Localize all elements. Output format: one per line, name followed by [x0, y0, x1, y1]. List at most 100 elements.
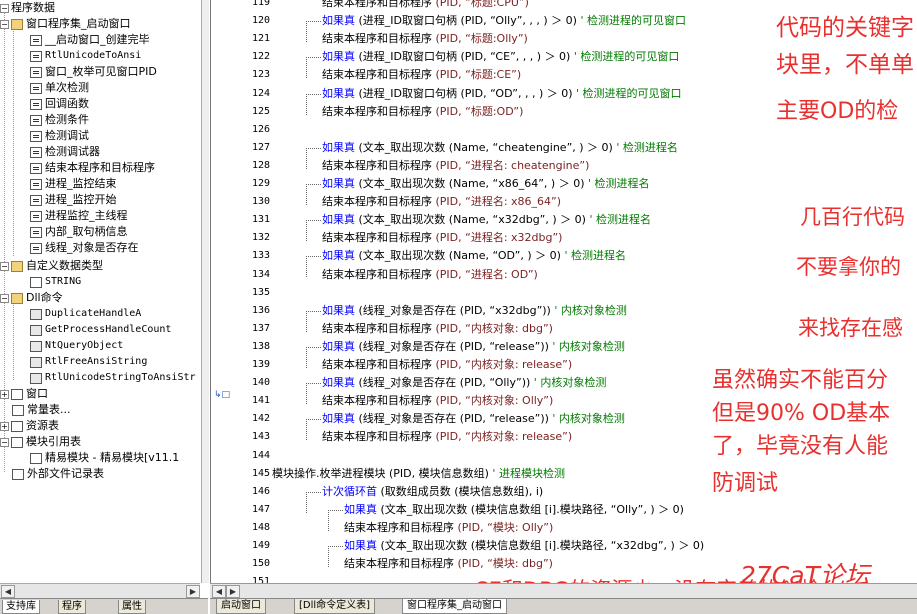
collapse-icon[interactable]: −: [0, 19, 9, 29]
collapse-icon[interactable]: −: [0, 261, 9, 271]
tree-sub[interactable]: 内部_取句柄信息: [30, 224, 128, 240]
code-line[interactable]: 计次循环首 (取数组成员数 (模块信息数组), i): [322, 485, 543, 499]
code-line[interactable]: 如果真 (文本_取出现次数 (模块信息数组 [i].模块路径, “Olly”, …: [344, 503, 684, 517]
code-line[interactable]: 如果真 (文本_取出现次数 (Name, “x86_64”, ) ＞ 0) ' …: [322, 177, 650, 191]
code-line[interactable]: 结束本程序和目标程序 (PID, “标题:OD”): [322, 105, 523, 119]
code-line[interactable]: 结束本程序和目标程序 (PID, “进程名: OD”): [322, 268, 538, 282]
code-line[interactable]: 结束本程序和目标程序 (PID, “标题:CE”): [322, 68, 521, 82]
scroll-left-icon[interactable]: ◀: [212, 585, 226, 598]
tree-sub[interactable]: 结束本程序和目标程序: [30, 160, 155, 176]
tree-dll-item[interactable]: GetProcessHandleCount: [30, 322, 171, 338]
code-line[interactable]: 结束本程序和目标程序 (PID, “标题:CPU”): [322, 0, 529, 10]
code-line[interactable]: 如果真 (进程_ID取窗口句柄 (PID, “Olly”, , , ) ＞ 0)…: [322, 14, 686, 28]
tree-dll-item[interactable]: NtQueryObject: [30, 338, 123, 354]
code-keyword: 如果真: [322, 249, 355, 263]
code-line[interactable]: 结束本程序和目标程序 (PID, “模块: dbg”): [344, 557, 553, 571]
collapse-icon[interactable]: −: [0, 437, 9, 447]
flow-guide: [306, 346, 321, 368]
tree-assembly[interactable]: − 窗口程序集_启动窗口: [0, 16, 131, 32]
code-editor[interactable]: 结束本程序和目标程序 (PID, “标题:CPU”) 如果真 (进程_ID取窗口句…: [272, 0, 917, 583]
code-text: (文本_取出现次数 (模块信息数组 [i].模块路径, “Olly”, ) ＞ …: [377, 502, 684, 516]
code-text: (线程_对象是否存在 (PID, “x32dbg”)): [355, 303, 555, 317]
code-text: (进程_ID取窗口句柄 (PID, “CE”, , , ) ＞ 0): [355, 50, 574, 64]
tree-module-item[interactable]: 精易模块 - 精易模块[v11.1: [30, 450, 179, 466]
line-number: 126: [251, 123, 270, 135]
code-line[interactable]: 结束本程序和目标程序 (PID, “内核对象: Olly”): [322, 394, 553, 408]
expand-icon[interactable]: +: [0, 421, 9, 431]
tree-sub[interactable]: __启动窗口_创建完毕: [30, 32, 150, 48]
code-line[interactable]: 如果真 (线程_对象是否存在 (PID, “x32dbg”)) ' 内核对象检测: [322, 304, 627, 318]
scroll-right-icon[interactable]: ▶: [226, 585, 240, 598]
code-line[interactable]: 结束本程序和目标程序 (PID, “模块: Olly”): [344, 521, 553, 535]
tab-assembly[interactable]: 窗口程序集_启动窗口: [402, 599, 507, 614]
code-line[interactable]: 如果真 (线程_对象是否存在 (PID, “release”)) ' 内核对象检…: [322, 340, 625, 354]
tree-custom-types[interactable]: − 自定义数据类型: [0, 258, 103, 274]
collapse-icon[interactable]: −: [0, 293, 9, 303]
code-line[interactable]: 如果真 (进程_ID取窗口句柄 (PID, “OD”, , , ) ＞ 0) '…: [322, 87, 682, 101]
tree-window[interactable]: + 窗口: [0, 386, 48, 402]
tree-sub[interactable]: 回调函数: [30, 96, 89, 112]
tree-sub[interactable]: 检测条件: [30, 112, 89, 128]
code-line[interactable]: 结束本程序和目标程序 (PID, “标题:Olly”): [322, 32, 528, 46]
tab-dll-table[interactable]: [Dll命令定义表]: [294, 599, 376, 614]
tree-sub[interactable]: 检测调试器: [30, 144, 100, 160]
tree-sub[interactable]: 进程监控_主线程: [30, 208, 128, 224]
tree-dll-item[interactable]: RtlFreeAnsiString: [30, 354, 147, 370]
line-number: 125: [251, 105, 270, 117]
code-line[interactable]: 结束本程序和目标程序 (PID, “内核对象: release”): [322, 430, 572, 444]
tree-horizontal-scrollbar[interactable]: ◀ ▶: [0, 583, 200, 598]
tree-modules[interactable]: − 模块引用表: [0, 434, 81, 450]
code-line[interactable]: 如果真 (进程_ID取窗口句柄 (PID, “CE”, , , ) ＞ 0) '…: [322, 50, 679, 64]
code-line[interactable]: 如果真 (文本_取出现次数 (Name, “OD”, ) ＞ 0) ' 检测进程…: [322, 249, 626, 263]
scroll-right-icon[interactable]: ▶: [186, 585, 200, 598]
tree-type-item[interactable]: STRING: [30, 274, 81, 290]
code-line[interactable]: 如果真 (文本_取出现次数 (Name, “cheatengine”, ) ＞ …: [322, 141, 678, 155]
tree-resources[interactable]: + 资源表: [0, 418, 59, 434]
dll-command-icon: [30, 340, 42, 352]
tab-support-lib[interactable]: 支持库: [2, 600, 40, 614]
tree-sub[interactable]: 线程_对象是否存在: [30, 240, 139, 256]
code-line[interactable]: 结束本程序和目标程序 (PID, “进程名: x32dbg”): [322, 231, 562, 245]
tree-vertical-scrollbar[interactable]: [201, 0, 209, 583]
tree-dll[interactable]: − Dll命令: [0, 290, 63, 306]
tree-sub[interactable]: 进程_监控结束: [30, 176, 117, 192]
code-text: (PID, “标题:CPU”): [432, 0, 529, 9]
code-keyword: 如果真: [322, 303, 355, 317]
tree-dll-item[interactable]: RtlUnicodeStringToAnsiStr: [30, 370, 196, 386]
code-line[interactable]: 模块操作.枚举进程模块 (PID, 模块信息数组) ' 进程模块检测: [272, 467, 565, 481]
flow-guide: [328, 509, 343, 531]
code-line[interactable]: 如果真 (文本_取出现次数 (模块信息数组 [i].模块路径, “x32dbg”…: [344, 539, 704, 553]
code-line[interactable]: 结束本程序和目标程序 (PID, “内核对象: release”): [322, 358, 572, 372]
code-keyword: 如果真: [322, 412, 355, 426]
flow-guide: [306, 57, 321, 79]
tree-root[interactable]: − 程序数据: [0, 0, 55, 16]
code-line[interactable]: 结束本程序和目标程序 (PID, “进程名: cheatengine”): [322, 159, 589, 173]
tree-sub[interactable]: RtlUnicodeToAnsi: [30, 48, 141, 64]
tree-dll-item[interactable]: DuplicateHandleA: [30, 306, 141, 322]
code-line[interactable]: 结束本程序和目标程序 (PID, “进程名: x86_64”): [322, 195, 561, 209]
tree-external-files[interactable]: 外部文件记录表: [12, 466, 104, 482]
expand-icon[interactable]: +: [0, 389, 9, 399]
overlay-text: 主要OD的检: [776, 99, 899, 124]
scroll-left-icon[interactable]: ◀: [1, 585, 15, 598]
code-text: 模块操作.枚举进程模块 (PID, 模块信息数组): [272, 466, 493, 480]
code-line[interactable]: 如果真 (线程_对象是否存在 (PID, “release”)) ' 内核对象检…: [322, 412, 625, 426]
code-text: (PID, “内核对象: dbg”): [432, 321, 553, 335]
line-number: 144: [251, 449, 270, 461]
code-line[interactable]: 如果真 (文本_取出现次数 (Name, “x32dbg”, ) ＞ 0) ' …: [322, 213, 651, 227]
code-text: (线程_对象是否存在 (PID, “release”)): [355, 412, 553, 426]
tree-sub[interactable]: 进程_监控开始: [30, 192, 117, 208]
tree-sub[interactable]: 单次检测: [30, 80, 89, 96]
code-text: (PID, “进程名: OD”): [432, 267, 538, 281]
tab-startup-window[interactable]: 启动窗口: [216, 599, 266, 614]
tab-program[interactable]: 程序: [58, 600, 86, 614]
code-line[interactable]: 结束本程序和目标程序 (PID, “内核对象: dbg”): [322, 322, 553, 336]
editor-horizontal-scrollbar[interactable]: ◀ ▶: [210, 583, 917, 599]
collapse-icon[interactable]: −: [0, 3, 9, 13]
tree-sub[interactable]: 窗口_枚举可见窗口PID: [30, 64, 157, 80]
tree-sub[interactable]: 检测调试: [30, 128, 89, 144]
line-number: 134: [251, 268, 270, 280]
tab-properties[interactable]: 属性: [118, 600, 146, 614]
tree-constants[interactable]: 常量表...: [12, 402, 71, 418]
code-line[interactable]: 如果真 (线程_对象是否存在 (PID, “Olly”)) ' 内核对象检测: [322, 376, 606, 390]
